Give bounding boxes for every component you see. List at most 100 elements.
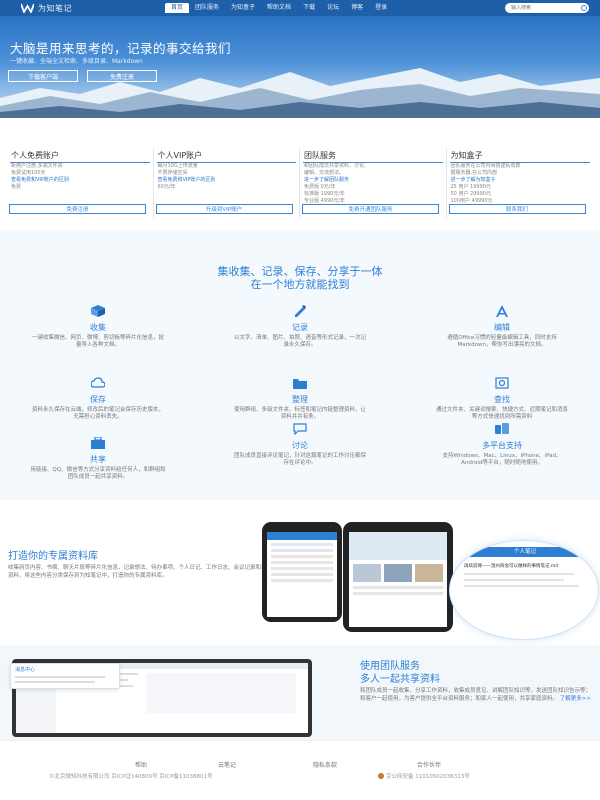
card-title: 个人免费账户 [10, 148, 150, 163]
features-subheading: 在一个地方就能找到 [250, 278, 350, 291]
mobile-section-title: 打造你的专属资料库 [8, 551, 98, 562]
wiz-logo-icon [21, 3, 34, 13]
chat-icon [293, 423, 307, 436]
devices-icon [495, 423, 509, 434]
feature-title: 保存 [90, 395, 106, 404]
free-register-button[interactable]: 免费注册 [87, 70, 157, 82]
card-line: 25 用户 19990元 [450, 184, 491, 190]
nav-blog[interactable]: 博客 [345, 0, 369, 16]
card-line: 免费试用100天 [11, 170, 46, 176]
card-free-account: 个人免费账户 新用户注册,多端文件夹 免费试用100天 查看免费和VIP账户的区… [7, 148, 154, 218]
feature-title: 记录 [292, 323, 308, 332]
download-client-button[interactable]: 下载客户端 [8, 70, 78, 82]
police-record-text: 京公网安备 11010502036313号 [386, 774, 470, 780]
team-section: 消息中心 使用团队服务 多人一起共享资料 和团队成员一起收集、分享工作资料，收集… [0, 645, 600, 740]
nav-home[interactable]: 首页 [165, 3, 190, 13]
card-team-service: 团队服务 和团队成员共享资料、讨论、 编辑、交流想法。 进一步了解团队服务 免费… [300, 148, 447, 218]
phone-screen [349, 532, 447, 627]
features-section: 集收集、记录、保存、分享于一体 在一个地方就能找到 收集 一键收集微信、网页、微… [0, 230, 600, 500]
nav-wiz-box[interactable]: 为知盒子 [225, 0, 261, 16]
footer-cloud-notes-link[interactable]: 云笔记 [218, 760, 236, 769]
personal-notes-magnifier: 个人笔记 再续前缘——温州商会可以做样的事情笔记.md [449, 540, 599, 640]
circle-header: 个人笔记 [450, 547, 598, 557]
team-subtitle: 多人一起共享资料 [360, 674, 440, 685]
card-line: 编辑、交流想法。 [304, 170, 345, 176]
hero-subtitle: 一键收藏、全端全文检索、多级目录、Markdown [10, 58, 143, 65]
footer-help-link[interactable]: 帮助 [135, 760, 147, 769]
hero-banner: 大脑是用来思考的，记录的事交给我们 一键收藏、全端全文检索、多级目录、Markd… [0, 16, 600, 118]
card-line: 50 用户 29990元 [450, 191, 491, 197]
card-wiz-box: 为知盒子 团队服务在公司内网搭建私有数 据服务器,在公司内部 进一步了解为知盒子… [447, 148, 594, 218]
card-line: 每月10G上传流量 [157, 163, 198, 169]
card-line: 标准版 1990元/年 [304, 191, 345, 197]
feature-desc: 用链接、QQ、微信等方式分享资料给任何人，和群组和团队成员一起共享资料。 [30, 467, 166, 480]
feature-save: 保存 资料永久保存在云端，修改后的笔记会保存历史版本，无需担心资料丢失。 [30, 374, 166, 421]
box-icon [91, 305, 105, 317]
feature-title: 共享 [90, 455, 106, 464]
card-vip-account: 个人VIP账户 每月10G上传流量 不限存储空间 查看免费和VIP账户的区别 6… [154, 148, 300, 218]
card-price: 免费 [11, 184, 22, 190]
message-center-popup: 消息中心 [10, 663, 120, 689]
feature-desc: 通过文件夹、关键词搜索、快捷方式、近期笔记和消息等方式快速找到所需资料 [435, 407, 568, 420]
top-nav-bar: 为知笔记 首页 团队服务 为知盒子 帮助文档 下载 论坛 博客 登录 [0, 0, 600, 16]
phone-screen [267, 532, 337, 617]
compare-accounts-link[interactable]: 查看免费和VIP账户的区别 [10, 177, 150, 184]
card-line: 免费版 0元/年 [304, 184, 336, 190]
footer: 帮助 云笔记 隐私条款 合作伙伴 ©北京微知科技有限公司 京ICP证140809… [0, 740, 600, 800]
search-icon[interactable] [581, 5, 587, 11]
cloud-icon [90, 377, 106, 388]
feature-title: 多平台支持 [482, 441, 522, 450]
box-learn-more-link[interactable]: 进一步了解为知盒子 [450, 177, 591, 184]
feature-desc: 资料永久保存在云端，修改后的笔记会保存历史版本，无需担心资料丢失。 [31, 407, 164, 420]
feature-title: 讨论 [292, 441, 308, 450]
open-team-service-button[interactable]: 免费开通团队服务 [302, 204, 439, 214]
feature-title: 收集 [90, 323, 106, 332]
feature-desc: 以文字、清单、图片、拍照、语音等形式记录，一次记录永久保存。 [233, 335, 366, 348]
nav-forum[interactable]: 论坛 [321, 0, 345, 16]
team-desc-text: 和团队成员一起收集、分享工作资料，收集成员意见、讲解团队知识等，发送团队知识告示… [360, 688, 592, 702]
nav-team-service[interactable]: 团队服务 [189, 0, 225, 16]
feature-multiplatform: 多平台支持 支持Windows、Mac、Linux、iPhone、iPad、An… [434, 420, 570, 467]
team-learn-more-link[interactable]: 了解更多>> [560, 696, 591, 702]
feature-find: 查找 通过文件夹、关键词搜索、快捷方式、近期笔记和消息等方式快速找到所需资料 [434, 374, 570, 421]
feature-desc: 一键收集微信、网页、微博、剪切板等碎片化信息，批量导入各种文档。 [31, 335, 164, 348]
feature-discuss: 讨论 团队成员直接评论笔记，针对这篇笔记的工作讨论都保存在评论中。 [232, 420, 368, 467]
circle-note-item[interactable]: 再续前缘——温州商会可以做样的事情笔记.md [464, 563, 589, 569]
nav-download[interactable]: 下载 [297, 0, 321, 16]
search-box [505, 3, 589, 13]
footer-partners-link[interactable]: 合作伙伴 [417, 760, 441, 769]
logo-text: 为知笔记 [38, 3, 72, 13]
feature-record: 记录 以文字、清单、图片、拍照、语音等形式记录，一次记录永久保存。 [232, 302, 368, 349]
edit-icon [496, 305, 508, 317]
mobile-section-desc: 收集网页内容、书摘、聊天片段等碎片化信息，记录想法、待办事项、个人日记、工作日志… [8, 565, 273, 579]
feature-organize: 整理 使用群组、多级文件夹、标签和笔记内链整理资料，让资料井井有条。 [232, 374, 368, 421]
nav-login[interactable]: 登录 [369, 0, 393, 16]
feature-edit: 编辑 遵循Office习惯的轻量级编辑工具，同时支持Markdown，帮你写出漂… [434, 302, 570, 349]
nav-help-docs[interactable]: 帮助文档 [261, 0, 297, 16]
mountain-illustration [0, 68, 600, 118]
team-desc: 和团队成员一起收集、分享工作资料，收集成员意见、讲解团队知识等，发送团队知识告示… [360, 687, 592, 703]
share-icon [91, 436, 105, 449]
phone-mockup-left [262, 522, 342, 622]
logo[interactable]: 为知笔记 [21, 3, 72, 14]
free-register-card-button[interactable]: 免费注册 [9, 204, 146, 214]
feature-collect: 收集 一键收集微信、网页、微博、剪切板等碎片化信息，批量导入各种文档。 [30, 302, 166, 349]
hero-title: 大脑是用来思考的，记录的事交给我们 [10, 41, 232, 56]
feature-title: 查找 [494, 395, 510, 404]
feature-share: 共享 用链接、QQ、微信等方式分享资料给任何人，和群组和团队成员一起共享资料。 [30, 434, 166, 481]
team-learn-more-link[interactable]: 进一步了解团队服务 [303, 177, 443, 184]
phone-mockup-right [343, 522, 453, 632]
feature-desc: 支持Windows、Mac、Linux、iPhone、iPad、Android等… [442, 453, 562, 466]
police-badge-icon [378, 773, 384, 779]
search-input[interactable] [511, 5, 581, 11]
copyright-text: ©北京微知科技有限公司 京ICP证140809号 京ICP备11038801号 [49, 774, 213, 780]
upgrade-vip-button[interactable]: 升级到VIP账户 [155, 204, 293, 214]
contact-us-button[interactable]: 联系我们 [448, 204, 586, 214]
feature-desc: 使用群组、多级文件夹、标签和笔记内链整理资料，让资料井井有条。 [233, 407, 366, 420]
message-center-title: 消息中心 [15, 667, 36, 673]
police-record[interactable]: 京公网安备 11010502036313号 [378, 772, 470, 780]
feature-desc: 遵循Office习惯的轻量级编辑工具，同时支持Markdown，帮你写出漂亮的文… [447, 335, 557, 348]
main-nav: 首页 团队服务 为知盒子 帮助文档 下载 论坛 博客 登录 [165, 0, 393, 16]
compare-accounts-link[interactable]: 查看免费和VIP账户的区别 [157, 177, 297, 184]
footer-privacy-link[interactable]: 隐私条款 [313, 760, 337, 769]
